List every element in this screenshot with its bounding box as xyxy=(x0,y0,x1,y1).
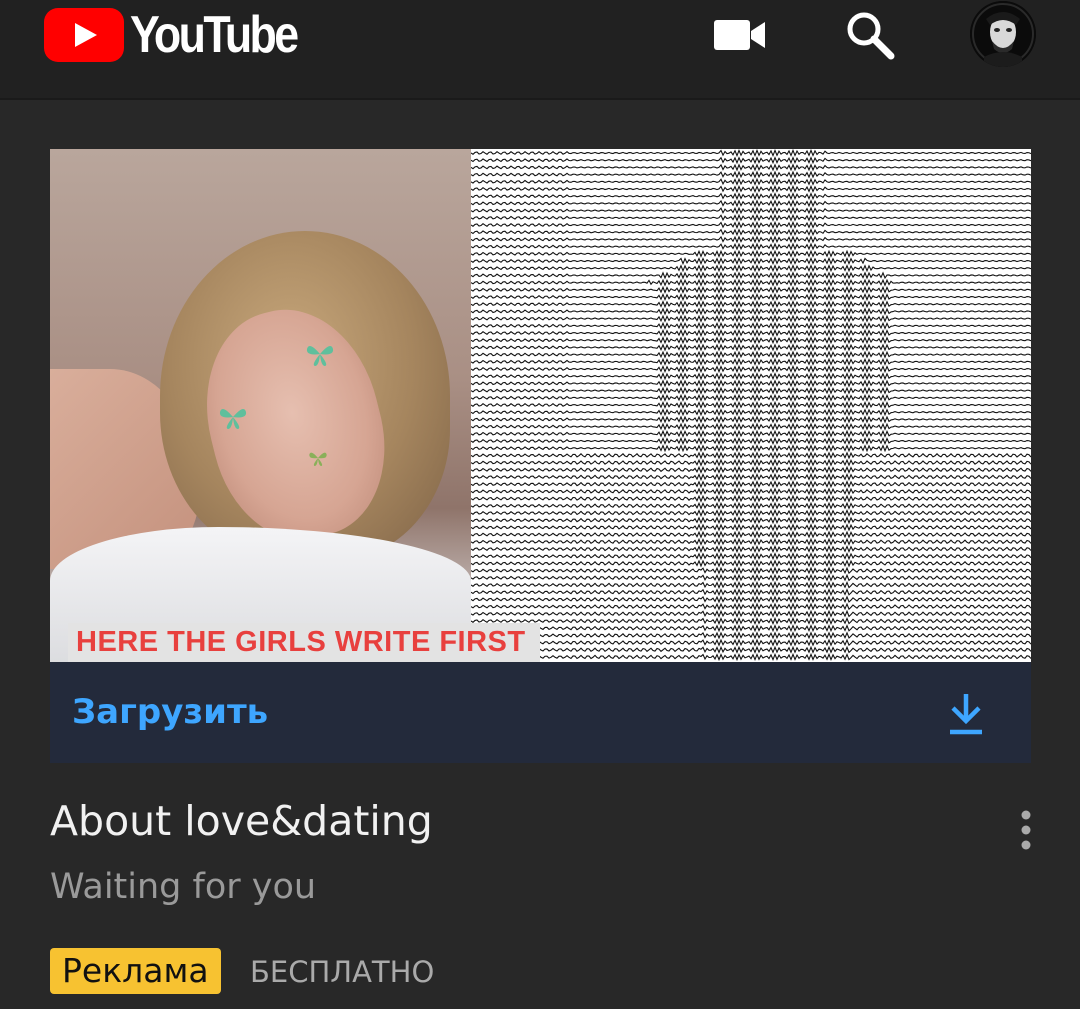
wave-line xyxy=(471,256,1031,266)
create-video-button[interactable] xyxy=(710,0,770,70)
wave-line xyxy=(471,350,1031,359)
wavy-line-illustration xyxy=(471,149,1031,662)
wave-line xyxy=(471,624,1031,633)
wave-line xyxy=(471,364,1031,374)
wave-line xyxy=(471,444,1031,453)
wave-line xyxy=(471,616,1031,626)
download-action-bar[interactable]: Загрузить xyxy=(50,662,1031,763)
wave-line xyxy=(471,213,1031,222)
search-icon xyxy=(847,12,895,60)
wave-line xyxy=(471,429,1031,438)
wave-line xyxy=(471,436,1031,446)
wave-line xyxy=(471,220,1031,230)
wave-line xyxy=(471,501,1031,510)
wave-line xyxy=(471,516,1031,525)
wave-line xyxy=(471,271,1031,280)
wave-line xyxy=(471,163,1031,172)
wave-line xyxy=(471,285,1031,294)
wave-line xyxy=(471,472,1031,482)
butterfly-icon xyxy=(309,452,327,466)
wave-line xyxy=(471,451,1031,460)
wave-line xyxy=(471,264,1031,273)
wave-line xyxy=(471,177,1031,186)
wave-line xyxy=(471,408,1031,417)
wave-line xyxy=(471,307,1031,316)
price-label: БЕСПЛАТНО xyxy=(250,955,435,989)
wave-line xyxy=(471,278,1031,287)
wave-line xyxy=(471,631,1031,640)
wave-line xyxy=(471,393,1031,402)
wave-line xyxy=(471,242,1031,251)
thumbnail-photo xyxy=(50,149,471,662)
wave-line xyxy=(471,206,1031,215)
wave-line xyxy=(471,422,1031,431)
wave-line xyxy=(471,573,1031,582)
wave-line xyxy=(471,487,1031,496)
wave-line xyxy=(471,400,1031,410)
wave-line xyxy=(471,645,1031,654)
wave-line xyxy=(471,184,1031,194)
wave-line xyxy=(471,235,1031,244)
wave-line xyxy=(471,415,1031,424)
wave-line xyxy=(471,602,1031,611)
wave-line xyxy=(471,228,1031,237)
wave-line xyxy=(471,480,1031,489)
wave-line xyxy=(471,372,1031,381)
wave-line xyxy=(471,357,1031,366)
wave-line xyxy=(471,508,1031,518)
wave-line xyxy=(471,321,1031,330)
ad-thumbnail[interactable]: HERE THE GIRLS WRITE FIRST xyxy=(50,149,1031,662)
wave-line xyxy=(471,149,1031,158)
wave-line xyxy=(471,530,1031,539)
youtube-logo[interactable]: YouTube xyxy=(44,6,324,64)
wave-line xyxy=(471,300,1031,309)
wave-line xyxy=(471,544,1031,554)
avatar-image xyxy=(970,1,1036,67)
wave-line xyxy=(471,523,1031,532)
wave-line xyxy=(471,292,1031,302)
ad-title[interactable]: About love&dating xyxy=(50,796,433,846)
wave-line xyxy=(471,192,1031,201)
wave-line xyxy=(471,199,1031,208)
wave-line xyxy=(471,638,1031,647)
wave-line xyxy=(471,314,1031,323)
wave-line xyxy=(471,170,1031,179)
wave-line xyxy=(471,386,1031,395)
wave-line xyxy=(471,156,1031,165)
wave-line xyxy=(471,588,1031,597)
wave-line xyxy=(471,458,1031,467)
youtube-play-icon xyxy=(44,8,124,62)
wave-line xyxy=(471,609,1031,618)
wave-line xyxy=(471,336,1031,345)
wave-line xyxy=(471,566,1031,575)
wave-line xyxy=(471,537,1031,546)
butterfly-icon xyxy=(306,345,334,366)
wave-line xyxy=(471,580,1031,590)
wave-line xyxy=(471,379,1031,388)
wave-line xyxy=(471,595,1031,604)
logo-text: YouTube xyxy=(130,6,299,64)
account-avatar[interactable] xyxy=(970,1,1036,67)
butterfly-icon xyxy=(219,408,247,429)
top-app-bar: YouTube xyxy=(0,0,1080,100)
more-options-icon[interactable] xyxy=(1006,805,1046,855)
video-camera-icon xyxy=(714,20,765,50)
wave-line xyxy=(471,249,1031,258)
wave-line xyxy=(471,343,1031,352)
wave-line xyxy=(471,494,1031,503)
wave-line xyxy=(471,552,1031,561)
download-icon xyxy=(950,694,982,735)
wave-line xyxy=(471,328,1031,338)
download-label: Загрузить xyxy=(72,692,269,732)
ad-badge: Реклама xyxy=(50,948,221,994)
wave-line xyxy=(471,652,1031,662)
wave-line xyxy=(471,559,1031,568)
ad-subtitle: Waiting for you xyxy=(50,867,317,907)
search-button[interactable] xyxy=(840,0,900,70)
thumbnail-caption: HERE THE GIRLS WRITE FIRST xyxy=(68,623,540,662)
wave-line xyxy=(471,465,1031,474)
